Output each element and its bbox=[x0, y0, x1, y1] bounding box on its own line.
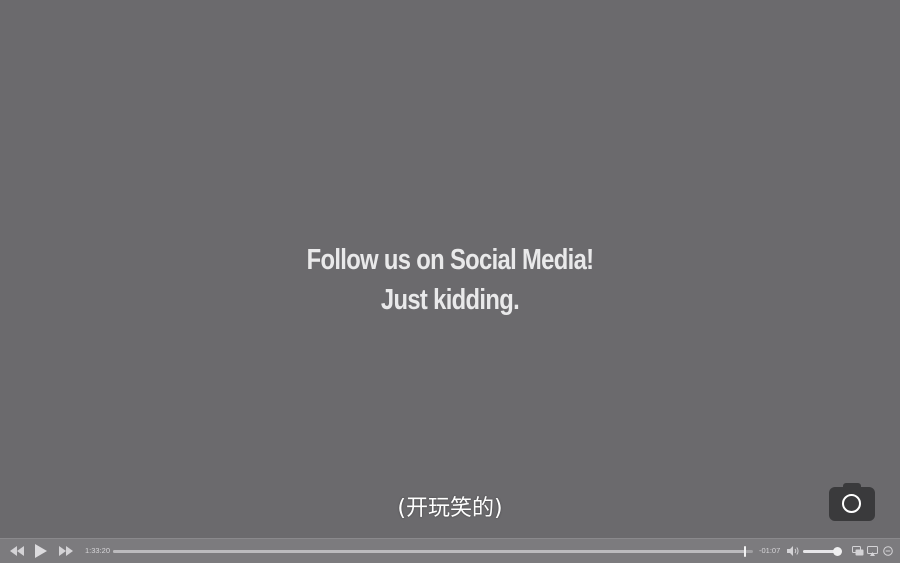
camera-hump bbox=[843, 483, 861, 489]
title-card: Follow us on Social Media! Just kidding. bbox=[81, 240, 819, 320]
playback-control-bar: 1:33:20 -01:07 bbox=[0, 538, 900, 563]
airplay-icon bbox=[867, 546, 878, 556]
play-icon bbox=[35, 544, 47, 558]
scrubber-playhead[interactable] bbox=[744, 546, 746, 557]
subtitles-icon bbox=[851, 546, 863, 556]
rewind-button[interactable] bbox=[7, 539, 27, 563]
volume-button[interactable] bbox=[786, 539, 800, 563]
volume-knob[interactable] bbox=[833, 547, 842, 556]
fast-forward-icon bbox=[59, 546, 73, 556]
subtitles-button[interactable] bbox=[851, 539, 864, 563]
playback-scrubber[interactable] bbox=[113, 546, 753, 557]
screenshot-camera-button[interactable] bbox=[829, 483, 875, 521]
speaker-icon bbox=[786, 546, 799, 556]
camera-icon bbox=[842, 494, 861, 513]
rewind-icon bbox=[10, 546, 24, 556]
elapsed-time: 1:33:20 bbox=[85, 546, 111, 555]
remaining-time: -01:07 bbox=[759, 546, 781, 555]
play-button[interactable] bbox=[31, 539, 51, 563]
scrubber-progress bbox=[113, 550, 745, 553]
volume-slider[interactable] bbox=[803, 547, 842, 556]
title-card-line-1: Follow us on Social Media! bbox=[306, 244, 594, 276]
fast-forward-button[interactable] bbox=[56, 539, 76, 563]
airplay-button[interactable] bbox=[866, 539, 879, 563]
volume-fill bbox=[803, 550, 837, 553]
title-card-line-2: Just kidding. bbox=[380, 284, 520, 316]
subtitle-text: (开玩笑的) bbox=[397, 496, 503, 521]
video-frame[interactable]: Follow us on Social Media! Just kidding.… bbox=[0, 0, 900, 538]
more-options-button[interactable] bbox=[881, 539, 894, 563]
more-icon bbox=[882, 546, 893, 556]
